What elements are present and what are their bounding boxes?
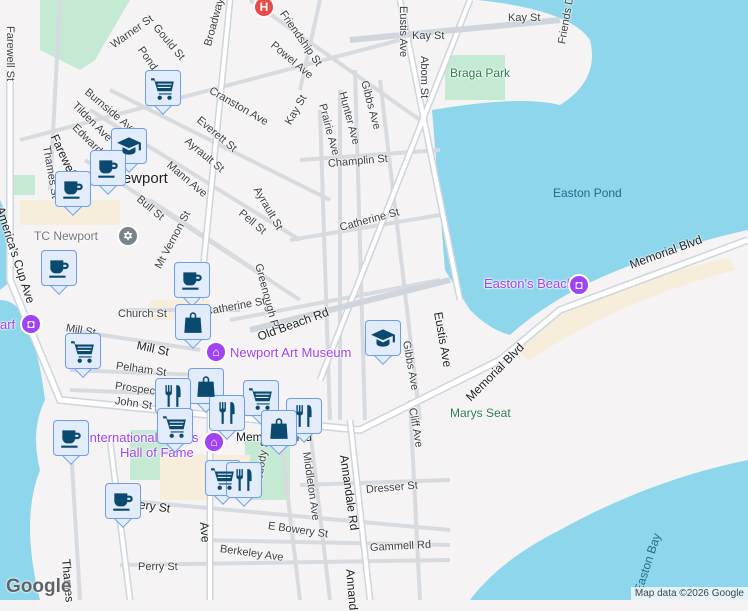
cart-icon <box>150 75 176 101</box>
graduation-cap-icon <box>370 325 396 351</box>
coffee-cup-icon <box>95 155 121 181</box>
cafe-marker[interactable] <box>53 420 89 465</box>
shopping-marker[interactable] <box>175 304 211 349</box>
shopping-bag-icon <box>266 415 292 441</box>
camera-icon[interactable]: ◘ <box>20 313 42 335</box>
street-label: Perry St <box>138 561 178 573</box>
google-logo: Google <box>6 576 72 597</box>
cart-icon <box>248 385 274 411</box>
restaurant-marker[interactable] <box>209 395 245 440</box>
cart-icon <box>162 413 188 439</box>
grocery-marker[interactable] <box>157 408 193 453</box>
cafe-marker[interactable] <box>90 150 126 195</box>
street-label: Ave <box>197 521 213 544</box>
poi-label[interactable]: Newport Art Museum <box>230 345 351 360</box>
coffee-cup-icon <box>179 267 205 293</box>
cafe-marker[interactable] <box>41 250 77 295</box>
cart-icon <box>70 338 96 364</box>
coffee-cup-icon <box>110 488 136 514</box>
street-label: Eustis Ave <box>397 6 409 58</box>
park-label: Braga Park <box>450 66 511 80</box>
street-label: Church St <box>118 308 167 320</box>
coffee-cup-icon <box>46 255 72 281</box>
fork-knife-icon <box>214 400 240 426</box>
restaurant-marker[interactable] <box>226 462 262 507</box>
fork-knife-icon <box>291 403 317 429</box>
water-label: Easton Pond <box>553 186 622 200</box>
school-marker[interactable] <box>365 320 401 365</box>
cafe-marker[interactable] <box>174 262 210 307</box>
synagogue-icon[interactable]: ✡ <box>117 225 139 247</box>
cafe-marker[interactable] <box>55 171 91 216</box>
street-label: Kay St <box>412 30 445 42</box>
grocery-marker[interactable] <box>65 333 101 378</box>
street-label: Kay St <box>508 12 541 24</box>
place-label: TC Newport <box>34 229 99 243</box>
shopping-bag-icon <box>180 309 206 335</box>
fork-knife-icon <box>160 383 186 409</box>
fork-knife-icon <box>231 467 257 493</box>
coffee-cup-icon <box>60 176 86 202</box>
camera-icon[interactable]: ◘ <box>568 274 590 296</box>
street-label: Abom St <box>418 56 430 99</box>
street-label: Farewell St <box>4 26 16 82</box>
poi-label[interactable]: Easton's Beach <box>484 276 574 291</box>
poi-label[interactable]: arf <box>0 317 15 332</box>
place-label: Marys Seat <box>450 406 511 420</box>
shopping-bag-icon <box>193 373 219 399</box>
map-attribution[interactable]: Map data ©2026 Google <box>630 587 748 600</box>
coffee-cup-icon <box>58 425 84 451</box>
cafe-marker[interactable] <box>105 483 141 528</box>
grocery-marker[interactable] <box>145 70 181 115</box>
shopping-marker[interactable] <box>261 410 297 455</box>
